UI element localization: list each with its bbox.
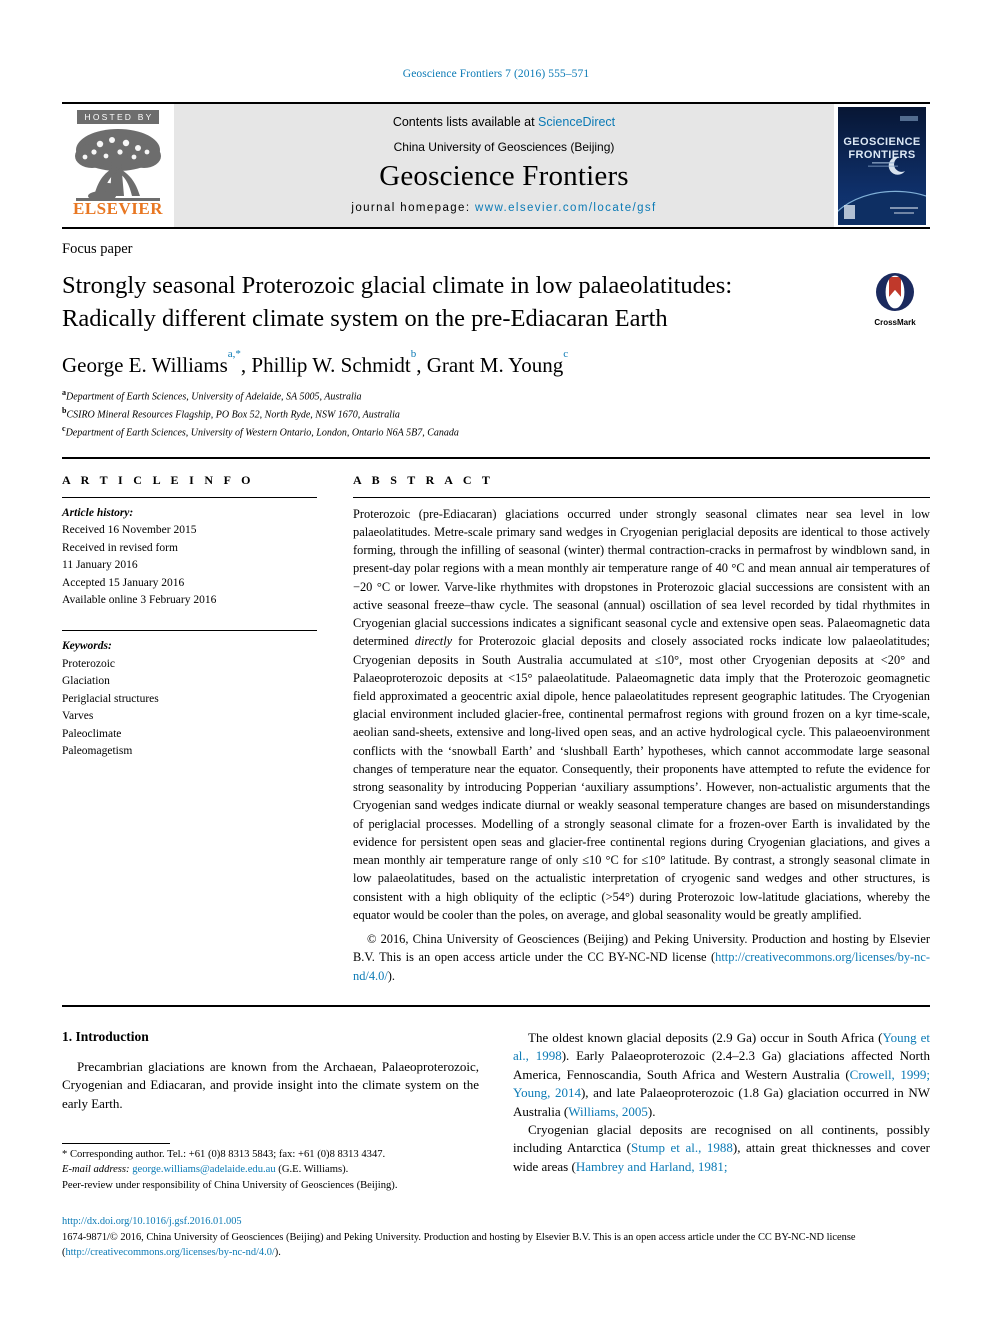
corresponding-author-note: * Corresponding author. Tel.: +61 (0)8 8… — [62, 1149, 386, 1160]
intro-paragraph-right-1: The oldest known glacial deposits (2.9 G… — [513, 1029, 930, 1121]
right-p1-a: The oldest known glacial deposits (2.9 G… — [528, 1029, 883, 1045]
history-item-4: Available online 3 February 2016 — [62, 593, 217, 606]
email-label: E-mail address: — [62, 1164, 130, 1176]
sciencedirect-link[interactable]: ScienceDirect — [538, 115, 615, 129]
svg-text:FRONTIERS: FRONTIERS — [848, 149, 915, 161]
title-divider — [62, 227, 930, 229]
section-heading-introduction: 1. Introduction — [62, 1028, 149, 1044]
copyright-tail: ). — [387, 968, 395, 983]
journal-cover-art-icon: GEOSCIENCE FRONTIERS — [838, 106, 926, 225]
journal-cover-image: GEOSCIENCE FRONTIERS — [838, 106, 926, 225]
right-p1-d: ). — [647, 1103, 656, 1119]
citation-stump-1988[interactable]: Stump et al., 1988 — [631, 1140, 733, 1155]
elsevier-wordmark: ELSEVIER — [73, 199, 163, 218]
title-row: Strongly seasonal Proterozoic glacial cl… — [62, 270, 930, 335]
affiliation-list: aDepartment of Earth Sciences, Universit… — [62, 387, 930, 440]
page-footer: http://dx.doi.org/10.1016/j.gsf.2016.01.… — [62, 1215, 930, 1260]
abstract-part-1: Proterozoic (pre-Ediacaran) glaciations … — [353, 506, 930, 649]
issn-license-line: 1674-9871/© 2016, China University of Ge… — [62, 1231, 930, 1261]
page-title: Strongly seasonal Proterozoic glacial cl… — [62, 270, 860, 335]
keyword-0: Proterozoic — [62, 657, 116, 670]
crossmark-label: CrossMark — [874, 318, 916, 327]
keyword-5: Paleomagetism — [62, 745, 133, 758]
paper-type-label: Focus paper — [62, 241, 133, 257]
keywords-rule — [62, 630, 317, 632]
journal-masthead: HOSTED BY ELSEVIER Contents lists availa… — [62, 102, 930, 227]
crossmark-block[interactable]: CrossMark — [860, 270, 930, 327]
article-history-label: Article history: — [62, 506, 134, 519]
crossmark-icon[interactable] — [875, 272, 915, 312]
keyword-3: Varves — [62, 710, 94, 723]
intro-paragraph-left: Precambrian glaciations are known from t… — [62, 1058, 479, 1111]
journal-article-page: Geoscience Frontiers 7 (2016) 555–571 HO… — [0, 0, 992, 1323]
footnote-divider — [62, 1143, 170, 1144]
journal-name: Geoscience Frontiers — [379, 160, 629, 192]
email-note: E-mail address: george.williams@adelaide… — [62, 1162, 482, 1177]
author-2-name: Grant M. Young — [426, 353, 564, 378]
paper-title-line2: Radically different climate system on th… — [62, 304, 668, 332]
affiliation-a-text: Department of Earth Sciences, University… — [66, 391, 362, 403]
keyword-1: Glaciation — [62, 675, 110, 688]
affiliation-b-text: CSIRO Mineral Resources Flagship, PO Box… — [66, 409, 400, 421]
keywords-label: Keywords: — [62, 640, 112, 653]
elsevier-tree-icon — [75, 129, 161, 201]
abstract-heading: A B S T R A C T — [353, 472, 494, 487]
elsevier-logo-block: HOSTED BY ELSEVIER — [62, 104, 174, 227]
affiliation-a: aDepartment of Earth Sciences, Universit… — [62, 387, 930, 405]
homepage-prefix: journal homepage: — [351, 202, 476, 214]
abstract-divider — [62, 456, 930, 459]
author-list: George E. Williamsa,*, Phillip W. Schmid… — [62, 348, 569, 378]
abstract-emphasis-directly: directly — [414, 634, 453, 649]
article-info-heading: A R T I C L E I N F O — [62, 472, 255, 487]
abstract-copyright: © 2016, China University of Geosciences … — [353, 930, 930, 985]
journal-homepage-line: journal homepage: www.elsevier.com/locat… — [351, 202, 656, 214]
body-column-right: The oldest known glacial deposits (2.9 G… — [513, 1029, 930, 1177]
keyword-2: Periglacial structures — [62, 692, 159, 705]
journal-homepage-link[interactable]: www.elsevier.com/locate/gsf — [475, 202, 657, 214]
abstract-part-2: for Proterozoic glacial deposits and clo… — [353, 634, 930, 922]
author-0-marks: a,* — [227, 348, 241, 361]
history-item-3: Accepted 15 January 2016 — [62, 576, 185, 589]
article-info-rule — [62, 496, 317, 498]
contents-prefix: Contents lists available at — [392, 115, 539, 129]
history-item-2: 11 January 2016 — [62, 559, 138, 572]
masthead-center: Contents lists available at ScienceDirec… — [174, 104, 834, 227]
info-abstract-row: A R T I C L E I N F O Article history: R… — [62, 473, 930, 985]
citation-williams-2005[interactable]: Williams, 2005 — [568, 1104, 648, 1119]
history-item-0: Received 16 November 2015 — [62, 524, 197, 537]
email-suffix: (G.E. Williams). — [275, 1164, 349, 1176]
author-email-link[interactable]: george.williams@adelaide.edu.au — [132, 1164, 275, 1175]
affiliation-c-text: Department of Earth Sciences, University… — [65, 427, 459, 439]
affiliation-b: bCSIRO Mineral Resources Flagship, PO Bo… — [62, 405, 930, 423]
footnotes-block: * Corresponding author. Tel.: +61 (0)8 8… — [62, 1143, 482, 1193]
running-head: Geoscience Frontiers 7 (2016) 555–571 — [402, 68, 590, 80]
intro-paragraph-right-2: Cryogenian glacial deposits are recognis… — [513, 1121, 930, 1176]
keywords-block: Keywords: Proterozoic Glaciation Perigla… — [62, 638, 317, 760]
history-item-1: Received in revised form — [62, 541, 178, 554]
keyword-4: Paleoclimate — [62, 727, 122, 740]
author-1-marks: b — [410, 348, 417, 361]
svg-text:GEOSCIENCE: GEOSCIENCE — [843, 136, 920, 148]
body-divider — [62, 1004, 930, 1007]
journal-cover-block: GEOSCIENCE FRONTIERS — [834, 104, 930, 227]
peer-review-note: Peer-review under responsibility of Chin… — [62, 1179, 398, 1191]
abstract-text: Proterozoic (pre-Ediacaran) glaciations … — [353, 505, 930, 924]
footer-license-tail: ). — [274, 1246, 281, 1258]
hosted-by-badge: HOSTED BY — [76, 110, 160, 124]
citation-hambrey-harland[interactable]: Hambrey and Harland, 1981; — [576, 1159, 728, 1174]
paper-title-line1: Strongly seasonal Proterozoic glacial cl… — [62, 272, 733, 299]
abstract-rule — [353, 496, 930, 498]
publisher-line: China University of Geosciences (Beijing… — [393, 140, 615, 154]
author-1-name: Phillip W. Schmidt — [251, 353, 411, 378]
article-history-block: Article history: Received 16 November 20… — [62, 505, 317, 610]
footer-license-link[interactable]: http://creativecommons.org/licenses/by-n… — [65, 1247, 274, 1258]
abstract-column: A B S T R A C T Proterozoic (pre-Ediacar… — [353, 473, 930, 985]
author-0-name: George E. Williams — [62, 353, 228, 378]
article-info-column: A R T I C L E I N F O Article history: R… — [62, 473, 353, 985]
affiliation-c: cDepartment of Earth Sciences, Universit… — [62, 423, 930, 441]
doi-link[interactable]: http://dx.doi.org/10.1016/j.gsf.2016.01.… — [62, 1215, 930, 1230]
author-2-marks: c — [563, 348, 569, 361]
contents-available-line: Contents lists available at ScienceDirec… — [393, 115, 615, 129]
